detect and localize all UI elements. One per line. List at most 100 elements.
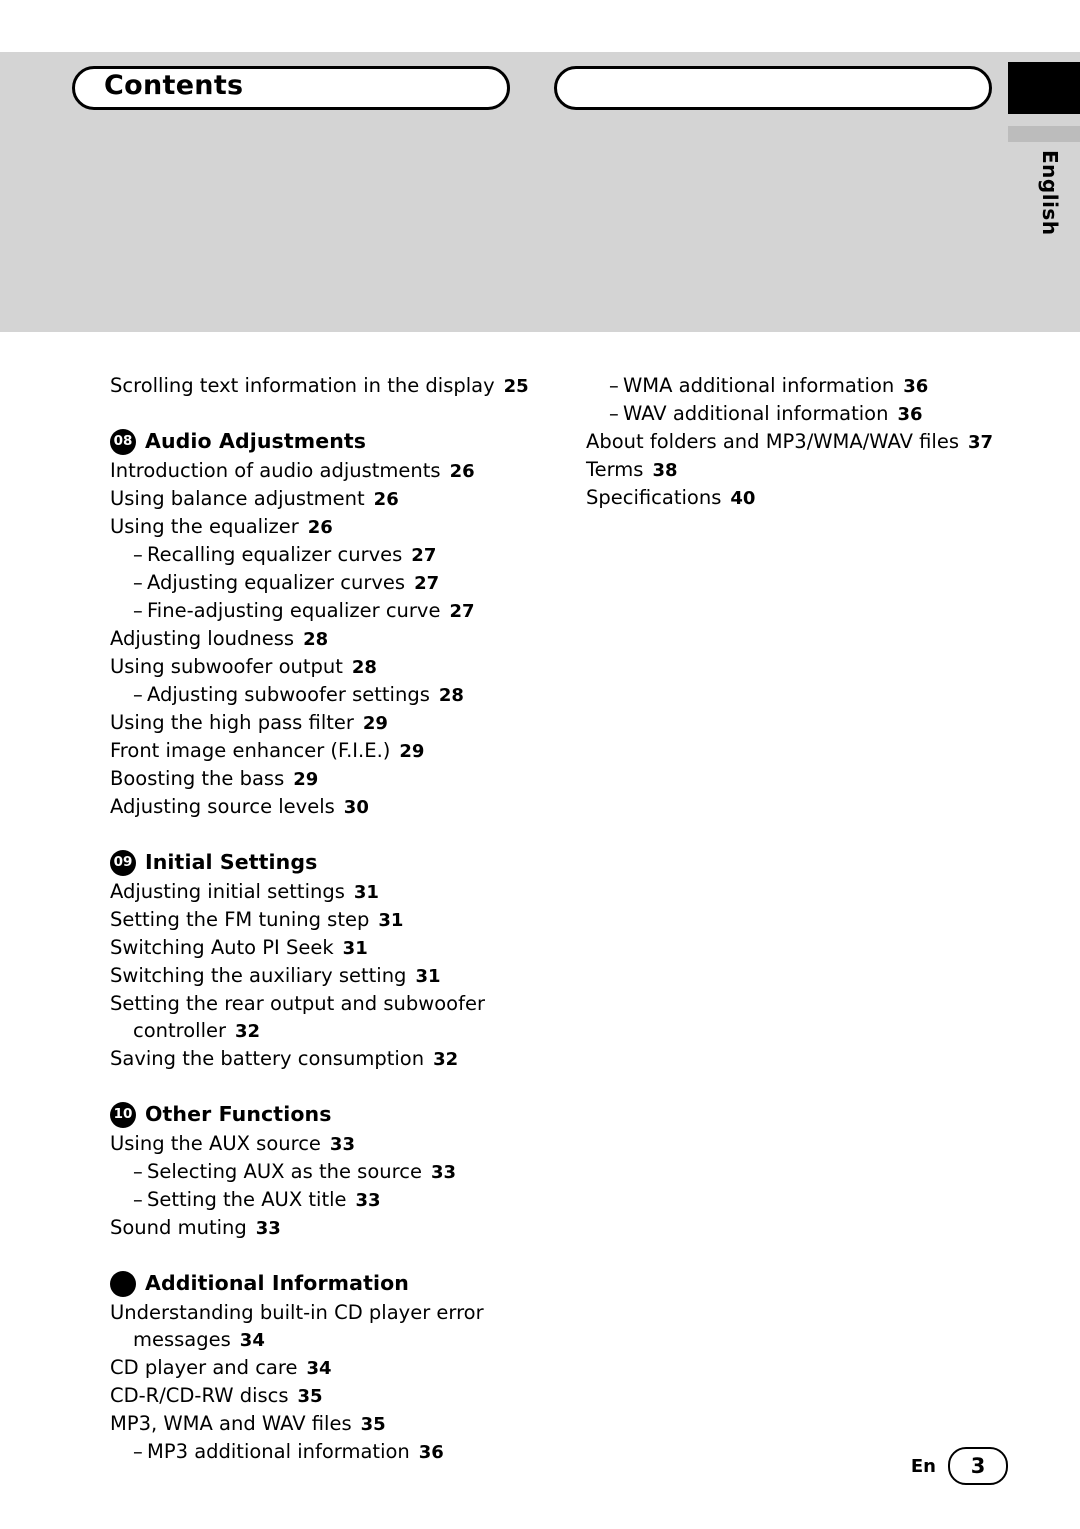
toc-entry-label: Terms	[586, 458, 644, 481]
edge-tab-grey	[1008, 126, 1080, 142]
toc-entry-label: Using the equalizer	[110, 515, 299, 538]
section-title: Initial Settings	[145, 850, 318, 874]
toc-entry-label: Understanding built-in CD player error	[110, 1301, 484, 1324]
toc-entry[interactable]: Adjusting initial settings 31	[110, 878, 540, 906]
toc-entry-label: Adjusting subwoofer settings	[147, 683, 430, 706]
section-number-badge: 10	[110, 1101, 136, 1128]
toc-entry-label: About folders and MP3/WMA/WAV files	[586, 430, 959, 453]
toc-subentry[interactable]: – Fine-adjusting equalizer curve 27	[110, 597, 540, 625]
toc-entry[interactable]: Introduction of audio adjustments 26	[110, 457, 540, 485]
toc-entry[interactable]: Boosting the bass 29	[110, 765, 540, 793]
toc-entry[interactable]: Sound muting 33	[110, 1214, 540, 1242]
toc-entry-label: Setting the AUX title	[147, 1188, 347, 1211]
toc-page-number: 31	[378, 910, 404, 931]
toc-page-number: 34	[306, 1358, 332, 1379]
section-number-badge: 08	[110, 428, 136, 455]
toc-entry[interactable]: MP3, WMA and WAV files 35	[110, 1410, 540, 1438]
toc-section-header[interactable]: Additional Information	[110, 1270, 540, 1297]
toc-page-number: 33	[329, 1134, 355, 1155]
toc-entry-label: Introduction of audio adjustments	[110, 459, 441, 482]
toc-subentry[interactable]: – Adjusting equalizer curves 27	[110, 569, 540, 597]
toc-entry[interactable]: Understanding built-in CD player error me…	[110, 1299, 540, 1354]
section-number-badge: 09	[110, 849, 136, 876]
toc-entry-label: MP3, WMA and WAV files	[110, 1412, 352, 1435]
toc-page-number: 34	[239, 1330, 265, 1351]
toc-column-right: – WMA additional information 36– WAV additi…	[586, 372, 1016, 512]
toc-page-number: 36	[897, 404, 923, 425]
toc-entry[interactable]: Using the high pass filter 29	[110, 709, 540, 737]
dash-icon: –	[609, 402, 619, 425]
toc-entry-label: Sound muting	[110, 1216, 247, 1239]
language-label: English	[1038, 150, 1062, 236]
toc-entry[interactable]: CD player and care 34	[110, 1354, 540, 1382]
toc-subentry[interactable]: – Adjusting subwoofer settings 28	[110, 681, 540, 709]
toc-section-body: Adjusting initial settings 31 Setting the …	[110, 878, 540, 1073]
toc-subentry[interactable]: – MP3 additional information 36	[110, 1438, 540, 1466]
toc-entry-label: Adjusting equalizer curves	[147, 571, 406, 594]
toc-section-header[interactable]: 09 Initial Settings	[110, 849, 540, 876]
toc-entry[interactable]: Saving the battery consumption 32	[110, 1045, 540, 1073]
toc-page-number: 31	[353, 882, 379, 903]
toc-entry-label: CD player and care	[110, 1356, 298, 1379]
toc-page-number: 33	[430, 1162, 457, 1183]
toc-entry[interactable]: Front image enhancer (F.I.E.) 29	[110, 737, 540, 765]
empty-header-pill	[554, 66, 992, 110]
toc-section-header[interactable]: 10 Other Functions	[110, 1101, 540, 1128]
toc-entry[interactable]: Specifications 40	[586, 484, 1016, 512]
dash-icon: –	[133, 599, 143, 622]
toc-page-number: 36	[418, 1442, 444, 1463]
page-footer: En 3	[911, 1447, 1008, 1485]
toc-entry-label: Specifications	[586, 486, 722, 509]
toc-subentry[interactable]: – Setting the AUX title 33	[110, 1186, 540, 1214]
toc-entry[interactable]: Setting the FM tuning step 31	[110, 906, 540, 934]
page-title: Contents	[104, 70, 244, 101]
toc-entry[interactable]: Scrolling text information in the displa…	[110, 372, 540, 400]
toc-entry[interactable]: Setting the rear output and subwoofer con…	[110, 990, 540, 1045]
toc-entry[interactable]: Terms 38	[586, 456, 1016, 484]
toc-entry[interactable]: CD-R/CD-RW discs 35	[110, 1382, 540, 1410]
toc-entry[interactable]: Using the AUX source 33	[110, 1130, 540, 1158]
toc-page-number: 27	[414, 573, 440, 594]
toc-page-number: 29	[293, 769, 319, 790]
dash-icon: –	[133, 571, 143, 594]
toc-page-number: 30	[343, 797, 369, 818]
toc-page-number: 32	[235, 1021, 261, 1042]
dash-icon: –	[133, 543, 143, 566]
toc-subentry[interactable]: – Selecting AUX as the source 33	[110, 1158, 540, 1186]
toc-section-header[interactable]: 08 Audio Adjustments	[110, 428, 540, 455]
section-title: Additional Information	[145, 1271, 409, 1295]
toc-entry-label: Using the high pass filter	[110, 711, 354, 734]
toc-entry-label: Scrolling text information in the displa…	[110, 374, 495, 397]
toc-section-body: Understanding built-in CD player error me…	[110, 1299, 540, 1466]
toc-entry[interactable]: Using the equalizer 26	[110, 513, 540, 541]
toc-subentry[interactable]: – WMA additional information 36	[586, 372, 1016, 400]
edge-tab-black	[1008, 62, 1080, 114]
toc-page-number: 38	[652, 460, 678, 481]
toc-page-number: 29	[399, 741, 425, 762]
toc-entry[interactable]: About folders and MP3/WMA/WAV files 37	[586, 428, 1016, 456]
dash-icon: –	[609, 374, 619, 397]
toc-page-number: 35	[360, 1414, 386, 1435]
toc-section-body: Using the AUX source 33– Selecting AUX as …	[110, 1130, 540, 1242]
toc-subentry[interactable]: – WAV additional information 36	[586, 400, 1016, 428]
dash-icon: –	[133, 1440, 143, 1463]
toc-entry-label: CD-R/CD-RW discs	[110, 1384, 289, 1407]
toc-entry-label: Setting the FM tuning step	[110, 908, 370, 931]
toc-page-number: 29	[362, 713, 388, 734]
toc-entry-label: Using the AUX source	[110, 1132, 321, 1155]
toc-page-number: 37	[967, 432, 994, 453]
toc-page-number: 26	[307, 517, 333, 538]
toc-entry-label: Using subwoofer output	[110, 655, 343, 678]
toc-entry-label: Setting the rear output and subwoofer	[110, 992, 485, 1015]
toc-entry[interactable]: Switching Auto PI Seek 31	[110, 934, 540, 962]
toc-page-number: 27	[449, 601, 475, 622]
toc-entry[interactable]: Adjusting loudness 28	[110, 625, 540, 653]
toc-entry[interactable]: Using subwoofer output 28	[110, 653, 540, 681]
toc-entry[interactable]: Adjusting source levels 30	[110, 793, 540, 821]
toc-entry[interactable]: Using balance adjustment 26	[110, 485, 540, 513]
toc-subentry[interactable]: – Recalling equalizer curves 27	[110, 541, 540, 569]
toc-entry[interactable]: Switching the auxiliary setting 31	[110, 962, 540, 990]
toc-entry-label: Switching the auxiliary setting	[110, 964, 407, 987]
toc-entry-label: Recalling equalizer curves	[147, 543, 403, 566]
toc-section-body: Introduction of audio adjustments 26 Using…	[110, 457, 540, 821]
